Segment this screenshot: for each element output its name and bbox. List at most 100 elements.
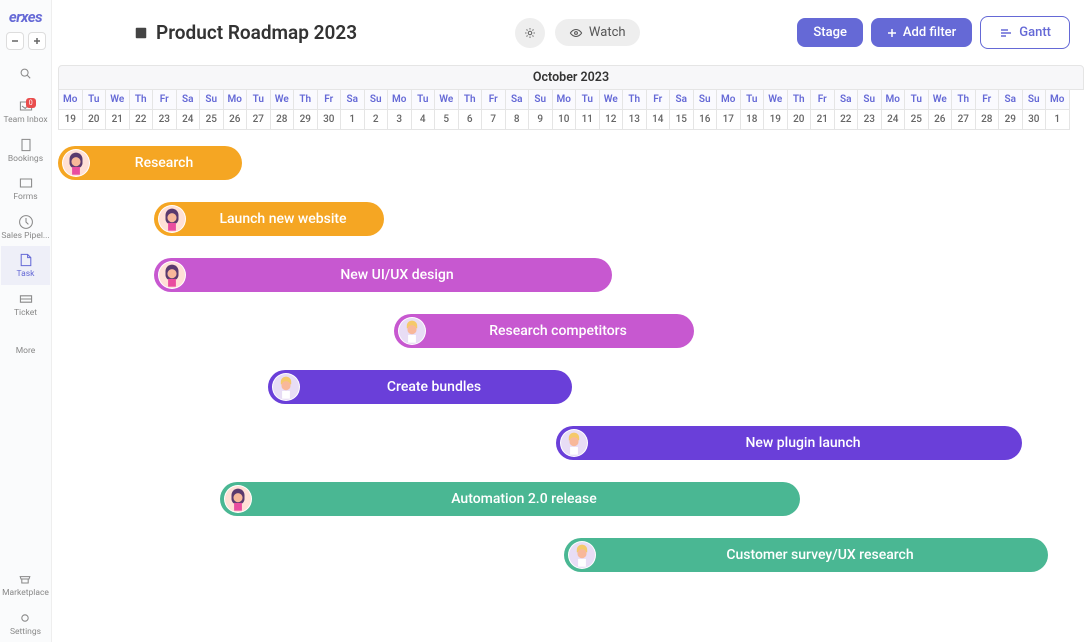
task-label: Automation 2.0 release xyxy=(262,491,786,507)
avatar xyxy=(224,485,252,513)
date-cell: 24 xyxy=(881,110,906,130)
date-cell: 26 xyxy=(928,110,953,130)
nav-label: Forms xyxy=(13,193,37,202)
weekday-cell: Su xyxy=(693,90,718,110)
date-cell: 1 xyxy=(1045,110,1070,130)
task-bar[interactable]: Customer survey/UX research xyxy=(564,538,1048,572)
weekday-cell: Su xyxy=(364,90,389,110)
gantt-chart: Research Launch new website New UI/UX desi… xyxy=(58,146,1084,626)
sidebar-item-sales-pipel-[interactable]: Sales Pipel... xyxy=(1,208,49,247)
add-filter-button[interactable]: Add filter xyxy=(871,18,972,47)
date-cell: 8 xyxy=(505,110,530,130)
date-cell: 13 xyxy=(622,110,647,130)
date-cell: 12 xyxy=(599,110,624,130)
inbox-badge: 0 xyxy=(26,98,36,108)
nav-icon xyxy=(18,214,34,230)
task-label: Research competitors xyxy=(436,323,680,339)
weekday-cell: We xyxy=(928,90,953,110)
task-bar[interactable]: Research competitors xyxy=(394,314,694,348)
zoom-out-button[interactable] xyxy=(6,32,24,50)
weekday-cell: We xyxy=(434,90,459,110)
board-icon xyxy=(134,26,148,40)
watch-button[interactable]: Watch xyxy=(555,19,640,46)
nav-label: Team Inbox xyxy=(3,116,47,125)
weekday-cell: Sa xyxy=(340,90,365,110)
task-label: Launch new website xyxy=(196,211,370,227)
avatar xyxy=(158,261,186,289)
weekday-cell: Su xyxy=(199,90,224,110)
date-cell: 30 xyxy=(1022,110,1047,130)
sidebar-item-forms[interactable]: Forms xyxy=(1,169,49,208)
settings-button[interactable] xyxy=(515,18,545,48)
nav-label: Task xyxy=(17,270,35,279)
sidebar-item-marketplace[interactable]: Marketplace xyxy=(2,565,49,604)
zoom-in-button[interactable] xyxy=(28,32,46,50)
sidebar-item-more[interactable]: More xyxy=(1,323,49,362)
avatar xyxy=(62,149,90,177)
calendar-header: October 2023 MoTuWeThFrSaSuMoTuWeThFrSaS… xyxy=(58,65,1084,130)
weekday-cell: Mo xyxy=(552,90,577,110)
weekday-row: MoTuWeThFrSaSuMoTuWeThFrSaSuMoTuWeThFrSa… xyxy=(58,90,1084,110)
date-cell: 3 xyxy=(387,110,412,130)
watch-label: Watch xyxy=(589,25,626,40)
date-cell: 29 xyxy=(293,110,318,130)
nav-icon xyxy=(18,137,34,153)
gantt-label: Gantt xyxy=(1019,25,1051,40)
date-cell: 14 xyxy=(646,110,671,130)
weekday-cell: Mo xyxy=(387,90,412,110)
date-cell: 17 xyxy=(716,110,741,130)
task-bar[interactable]: New plugin launch xyxy=(556,426,1022,460)
sidebar-item-ticket[interactable]: Ticket xyxy=(1,285,49,324)
sidebar-item-task[interactable]: Task xyxy=(1,246,49,285)
weekday-cell: Mo xyxy=(58,90,83,110)
date-cell: 27 xyxy=(246,110,271,130)
gantt-view-button[interactable]: Gantt xyxy=(980,16,1070,49)
nav-icon xyxy=(18,175,34,191)
plus-icon xyxy=(887,28,897,38)
date-cell: 24 xyxy=(176,110,201,130)
weekday-cell: We xyxy=(599,90,624,110)
nav-icon xyxy=(17,610,33,626)
nav-label: Settings xyxy=(10,628,41,637)
weekday-cell: Mo xyxy=(223,90,248,110)
weekday-cell: Fr xyxy=(152,90,177,110)
weekday-cell: Fr xyxy=(810,90,835,110)
weekday-cell: Th xyxy=(951,90,976,110)
date-cell: 25 xyxy=(199,110,224,130)
weekday-cell: Tu xyxy=(411,90,436,110)
date-cell: 1 xyxy=(340,110,365,130)
sidebar-item-bookings[interactable]: Bookings xyxy=(1,131,49,170)
date-cell: 20 xyxy=(787,110,812,130)
date-cell: 28 xyxy=(975,110,1000,130)
date-cell: 6 xyxy=(458,110,483,130)
task-bar[interactable]: Automation 2.0 release xyxy=(220,482,800,516)
weekday-cell: Mo xyxy=(716,90,741,110)
nav-icon xyxy=(18,329,34,345)
date-cell: 11 xyxy=(575,110,600,130)
task-bar[interactable]: Create bundles xyxy=(268,370,572,404)
weekday-cell: Th xyxy=(787,90,812,110)
header: Product Roadmap 2023 Watch Stage Add fil… xyxy=(52,0,1090,61)
brand-logo: erxes xyxy=(9,0,42,32)
task-label: Customer survey/UX research xyxy=(606,547,1034,563)
weekday-cell: Th xyxy=(622,90,647,110)
search-icon[interactable] xyxy=(0,60,51,92)
sidebar-item-settings[interactable]: Settings xyxy=(2,604,49,642)
weekday-cell: Sa xyxy=(505,90,530,110)
date-cell: 2 xyxy=(364,110,389,130)
task-bar[interactable]: New UI/UX design xyxy=(154,258,612,292)
date-cell: 4 xyxy=(411,110,436,130)
task-label: Create bundles xyxy=(310,379,558,395)
task-bar[interactable]: Research xyxy=(58,146,242,180)
stage-label: Stage xyxy=(813,25,847,40)
date-cell: 5 xyxy=(434,110,459,130)
date-cell: 22 xyxy=(834,110,859,130)
weekday-cell: Su xyxy=(857,90,882,110)
stage-button[interactable]: Stage xyxy=(797,18,863,47)
task-label: New UI/UX design xyxy=(196,267,598,283)
task-bar[interactable]: Launch new website xyxy=(154,202,384,236)
date-cell: 26 xyxy=(223,110,248,130)
sidebar-item-team-inbox[interactable]: Team Inbox 0 xyxy=(1,92,49,131)
weekday-cell: We xyxy=(763,90,788,110)
weekday-cell: Sa xyxy=(998,90,1023,110)
